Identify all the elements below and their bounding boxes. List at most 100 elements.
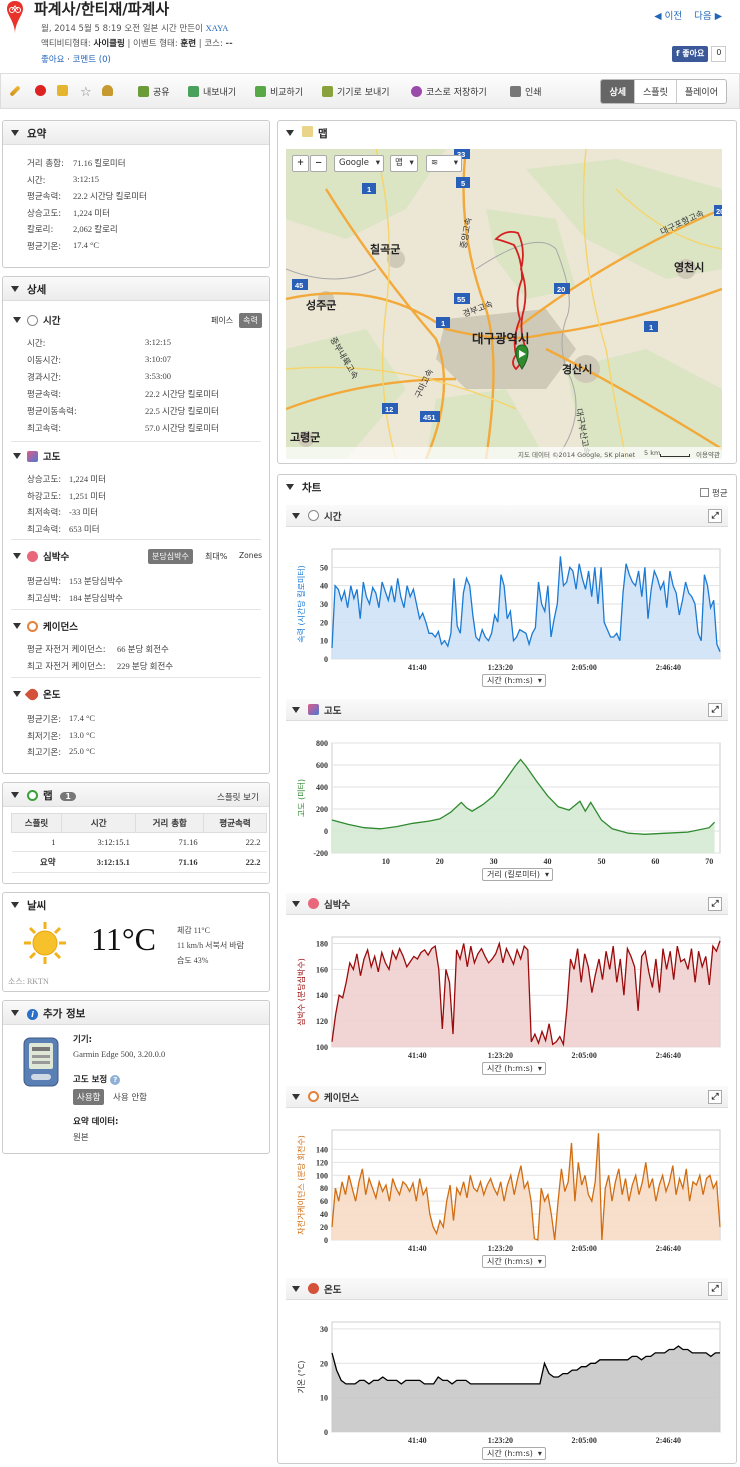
tab-splits[interactable]: 스플릿 xyxy=(634,80,676,103)
map-layers-select[interactable]: ≋ ▾ xyxy=(426,155,462,172)
pace-toggle[interactable]: 페이스 xyxy=(207,313,237,328)
laps-column-header[interactable]: 거리 총합 xyxy=(135,813,205,833)
svg-text:성주군: 성주군 xyxy=(306,298,336,312)
collapse-triangle-icon xyxy=(13,317,21,323)
chart-cadence-header[interactable]: 케이던스 ⤢ xyxy=(286,1086,728,1108)
export-button[interactable]: 내보내기 xyxy=(188,85,236,98)
temperature-section-header[interactable]: 온도 xyxy=(13,686,60,702)
expand-icon[interactable]: ⤢ xyxy=(708,897,722,911)
zones-toggle[interactable]: Zones xyxy=(235,549,266,562)
y-axis-label: 자전거케이던스 (분당 회전수) xyxy=(296,1135,306,1235)
expand-icon[interactable]: ⤢ xyxy=(708,1090,722,1104)
activity-title[interactable]: 파계사/한티재/파계사 xyxy=(34,0,169,19)
x-tick-label: 30 xyxy=(490,857,498,866)
facebook-like-button[interactable]: f 좋아요 xyxy=(672,46,709,62)
x-axis-select[interactable]: 시간 (h:m:s) xyxy=(482,1447,546,1460)
help-icon[interactable]: ? xyxy=(110,1075,121,1085)
laps-column-header[interactable]: 평균속력 xyxy=(203,813,267,833)
map-header[interactable]: 맵 xyxy=(278,121,736,145)
laps-column-header[interactable]: 스플릿 xyxy=(10,813,63,833)
info-icon: i xyxy=(27,1009,38,1020)
chart-title: 고도 xyxy=(324,705,342,717)
lock-icon[interactable] xyxy=(57,85,72,96)
edit-icon[interactable] xyxy=(9,85,21,97)
summary-stat-value: 71.16 킬로미터 xyxy=(73,158,126,168)
chart-temperature-header[interactable]: 온도 ⤢ xyxy=(286,1278,728,1300)
summary-data-label: 요약 데이터: xyxy=(73,1117,119,1127)
x-axis-select[interactable]: 시간 (h:m:s) xyxy=(482,674,546,687)
compare-button[interactable]: 비교하기 xyxy=(255,85,303,98)
tab-player[interactable]: 플레이어 xyxy=(675,80,726,103)
event-type[interactable]: 훈련 xyxy=(180,39,196,49)
x-axis-select[interactable]: 거리 (킬로미터) xyxy=(482,868,553,881)
map-terms-link[interactable]: 이용약관 xyxy=(696,449,720,459)
delete-icon[interactable] xyxy=(35,85,50,96)
prev-link[interactable]: 이전 xyxy=(665,11,682,22)
time-section-header[interactable]: 시간 xyxy=(13,313,60,327)
extra-info-header[interactable]: i 추가 정보 xyxy=(3,1001,269,1025)
zoom-out-button[interactable]: − xyxy=(310,155,327,172)
route-map[interactable]: 칠곡군 영천시 대구광역시 경산시 성주군 고령군 중앙고속 경부고속 대구포항고속 중… xyxy=(286,149,722,459)
view-switcher: 상세 스플릿 플레이어 xyxy=(600,79,727,104)
elevation-correction-off[interactable]: 사용 안함 xyxy=(113,1091,147,1103)
cadence-stat-label: 최고 자전거 케이던스: xyxy=(27,661,106,672)
split-view-link[interactable]: 스플릿 보기 xyxy=(217,791,259,803)
summary-stat-label: 상승고도: xyxy=(27,208,62,219)
expand-icon[interactable]: ⤢ xyxy=(708,1282,722,1296)
map-type-select[interactable]: 맵 ▾ xyxy=(390,155,418,172)
clock-icon xyxy=(308,510,319,521)
collapse-triangle-icon xyxy=(11,130,19,136)
elevation-correction-on[interactable]: 사용함 xyxy=(73,1089,105,1105)
laps-column-header[interactable]: 시간 xyxy=(61,813,137,833)
save-as-course-button[interactable]: 코스로 저장하기 xyxy=(411,85,487,98)
print-label: 인쇄 xyxy=(525,88,542,98)
chart-speed-header[interactable]: 시간 ⤢ xyxy=(286,505,728,527)
average-checkbox[interactable] xyxy=(700,488,709,497)
weather-header[interactable]: 날씨 xyxy=(3,893,269,917)
elevation-section-header[interactable]: 고도 xyxy=(13,449,60,463)
average-label: 평균 xyxy=(712,489,728,499)
svg-text:영천시: 영천시 xyxy=(674,260,704,274)
collapse-triangle-icon xyxy=(13,691,21,697)
print-button[interactable]: 인쇄 xyxy=(510,85,542,98)
expand-icon[interactable]: ⤢ xyxy=(708,703,722,717)
cadence-section-header[interactable]: 케이던스 xyxy=(13,619,78,633)
summary-stat-value: 22.2 시간당 킬로미터 xyxy=(73,191,147,202)
elevation-correction-label: 고도 보정 ? xyxy=(73,1073,121,1085)
summary-title: 요약 xyxy=(27,128,47,140)
summary-header[interactable]: 요약 xyxy=(3,121,269,145)
send-to-device-button[interactable]: 기기로 보내기 xyxy=(322,85,390,98)
author-link[interactable]: XAYA xyxy=(206,23,229,33)
like-link[interactable]: 좋아요 xyxy=(41,55,64,65)
person-icon[interactable] xyxy=(102,85,117,96)
table-cell: 3:12:15.1 xyxy=(61,851,136,873)
charts-panel: 차트 평균 시간 ⤢ 0 10 20 30 40 50 41:40 1:23:20 2:05:00 2… xyxy=(277,474,737,1464)
device-icon xyxy=(322,86,333,97)
chart-heart-header[interactable]: 심박수 ⤢ xyxy=(286,893,728,915)
activity-type[interactable]: 사이클링 xyxy=(94,39,125,49)
laps-icon xyxy=(27,790,38,801)
next-link[interactable]: 다음 xyxy=(694,11,711,22)
chart-temperature-svg: 0 10 20 30 41:40 1:23:20 2:05:00 2:46:40 기온 (°C) xyxy=(297,1321,721,1445)
expand-icon[interactable]: ⤢ xyxy=(708,509,722,523)
bpm-toggle[interactable]: 분당심박수 xyxy=(148,549,193,564)
svg-text:55: 55 xyxy=(457,295,465,304)
map-provider-select[interactable]: Google ▾ xyxy=(334,155,384,172)
speed-toggle[interactable]: 속력 xyxy=(239,313,262,328)
tab-details[interactable]: 상세 xyxy=(601,80,635,103)
details-header[interactable]: 상세 xyxy=(3,277,269,301)
x-axis-select[interactable]: 시간 (h:m:s) xyxy=(482,1255,546,1268)
elevation-stat-label: 최고속력: xyxy=(27,524,62,535)
table-row[interactable]: 1 3:12:15.1 71.16 22.2 xyxy=(11,832,267,852)
max-percent-toggle[interactable]: 최대% xyxy=(201,549,231,564)
favorite-star-icon[interactable]: ☆ xyxy=(80,85,92,100)
charts-header[interactable]: 차트 xyxy=(278,475,736,499)
zoom-in-button[interactable]: + xyxy=(292,155,309,172)
y-tick-label: 100 xyxy=(316,1043,328,1052)
share-button[interactable]: 공유 xyxy=(138,85,170,98)
chart-elevation-header[interactable]: 고도 ⤢ xyxy=(286,699,728,721)
x-axis-select[interactable]: 시간 (h:m:s) xyxy=(482,1062,546,1075)
temperature-stat-value: 17.4 °C xyxy=(69,713,96,723)
comment-link[interactable]: 코멘트 xyxy=(73,55,96,65)
heart-section-header[interactable]: 심박수 xyxy=(13,549,69,563)
